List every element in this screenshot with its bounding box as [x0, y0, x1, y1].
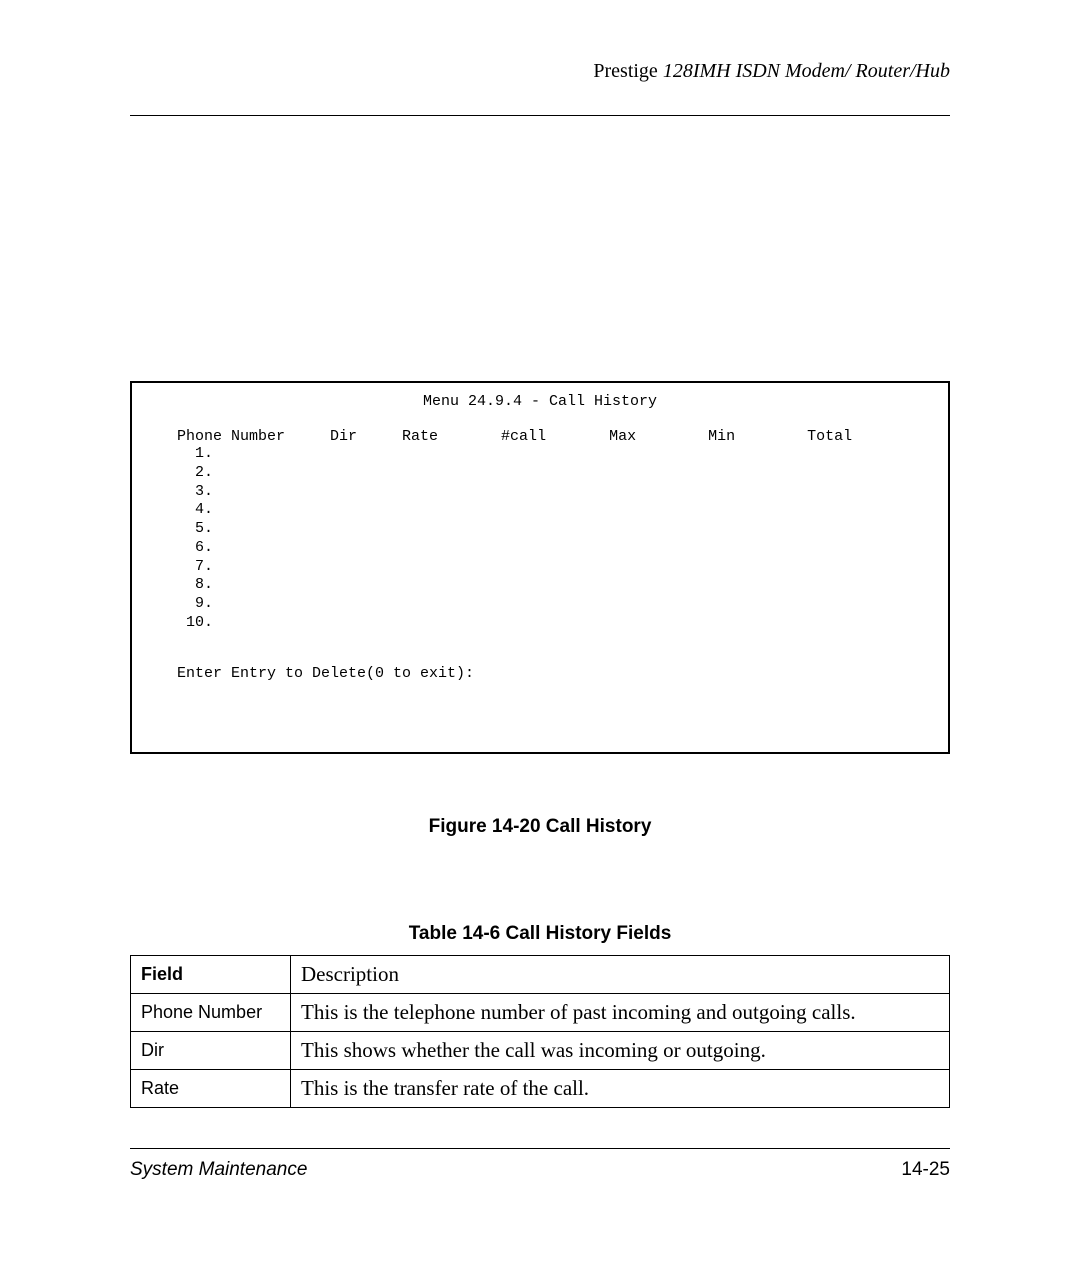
menu-row: 9.	[150, 595, 930, 614]
page-footer: System Maintenance 14-25	[130, 1148, 950, 1181]
table-head-description: Description	[291, 955, 950, 993]
menu-delete-prompt: Enter Entry to Delete(0 to exit):	[150, 665, 930, 682]
footer-section-title: System Maintenance	[130, 1159, 307, 1181]
menu-row: 4.	[150, 501, 930, 520]
menu-column-headers: Phone Number Dir Rate #call Max Min Tota…	[150, 428, 930, 445]
table-row: Rate This is the transfer rate of the ca…	[131, 1069, 950, 1107]
table-caption: Table 14-6 Call History Fields	[130, 923, 950, 945]
menu-row: 1.	[150, 445, 930, 464]
field-cell: Dir	[131, 1031, 291, 1069]
menu-row: 3.	[150, 483, 930, 502]
page-content: Prestige 128IMH ISDN Modem/ Router/Hub M…	[130, 60, 950, 1191]
header-suffix: 128IMH ISDN Modem/ Router/Hub	[663, 60, 950, 82]
menu-row: 5.	[150, 520, 930, 539]
footer-rule	[130, 1148, 950, 1149]
description-cell: This shows whether the call was incoming…	[291, 1031, 950, 1069]
menu-row: 2.	[150, 464, 930, 483]
header-rule	[130, 115, 950, 116]
footer-row: System Maintenance 14-25	[130, 1159, 950, 1181]
menu-row: 6.	[150, 539, 930, 558]
menu-row: 10.	[150, 614, 930, 633]
call-history-fields-table: Field Description Phone Number This is t…	[130, 955, 950, 1108]
call-history-menu-box: Menu 24.9.4 - Call History Phone Number …	[130, 381, 950, 754]
table-row: Dir This shows whether the call was inco…	[131, 1031, 950, 1069]
page-header: Prestige 128IMH ISDN Modem/ Router/Hub	[130, 60, 950, 87]
field-cell: Rate	[131, 1069, 291, 1107]
menu-row: 7.	[150, 558, 930, 577]
header-prefix: Prestige	[593, 60, 657, 82]
description-cell: This is the transfer rate of the call.	[291, 1069, 950, 1107]
field-cell: Phone Number	[131, 993, 291, 1031]
table-header-row: Field Description	[131, 955, 950, 993]
menu-title: Menu 24.9.4 - Call History	[150, 393, 930, 410]
table-head-field: Field	[131, 955, 291, 993]
menu-row: 8.	[150, 576, 930, 595]
description-cell: This is the telephone number of past inc…	[291, 993, 950, 1031]
table-row: Phone Number This is the telephone numbe…	[131, 993, 950, 1031]
footer-page-number: 14-25	[901, 1159, 950, 1181]
figure-caption: Figure 14-20 Call History	[130, 816, 950, 838]
